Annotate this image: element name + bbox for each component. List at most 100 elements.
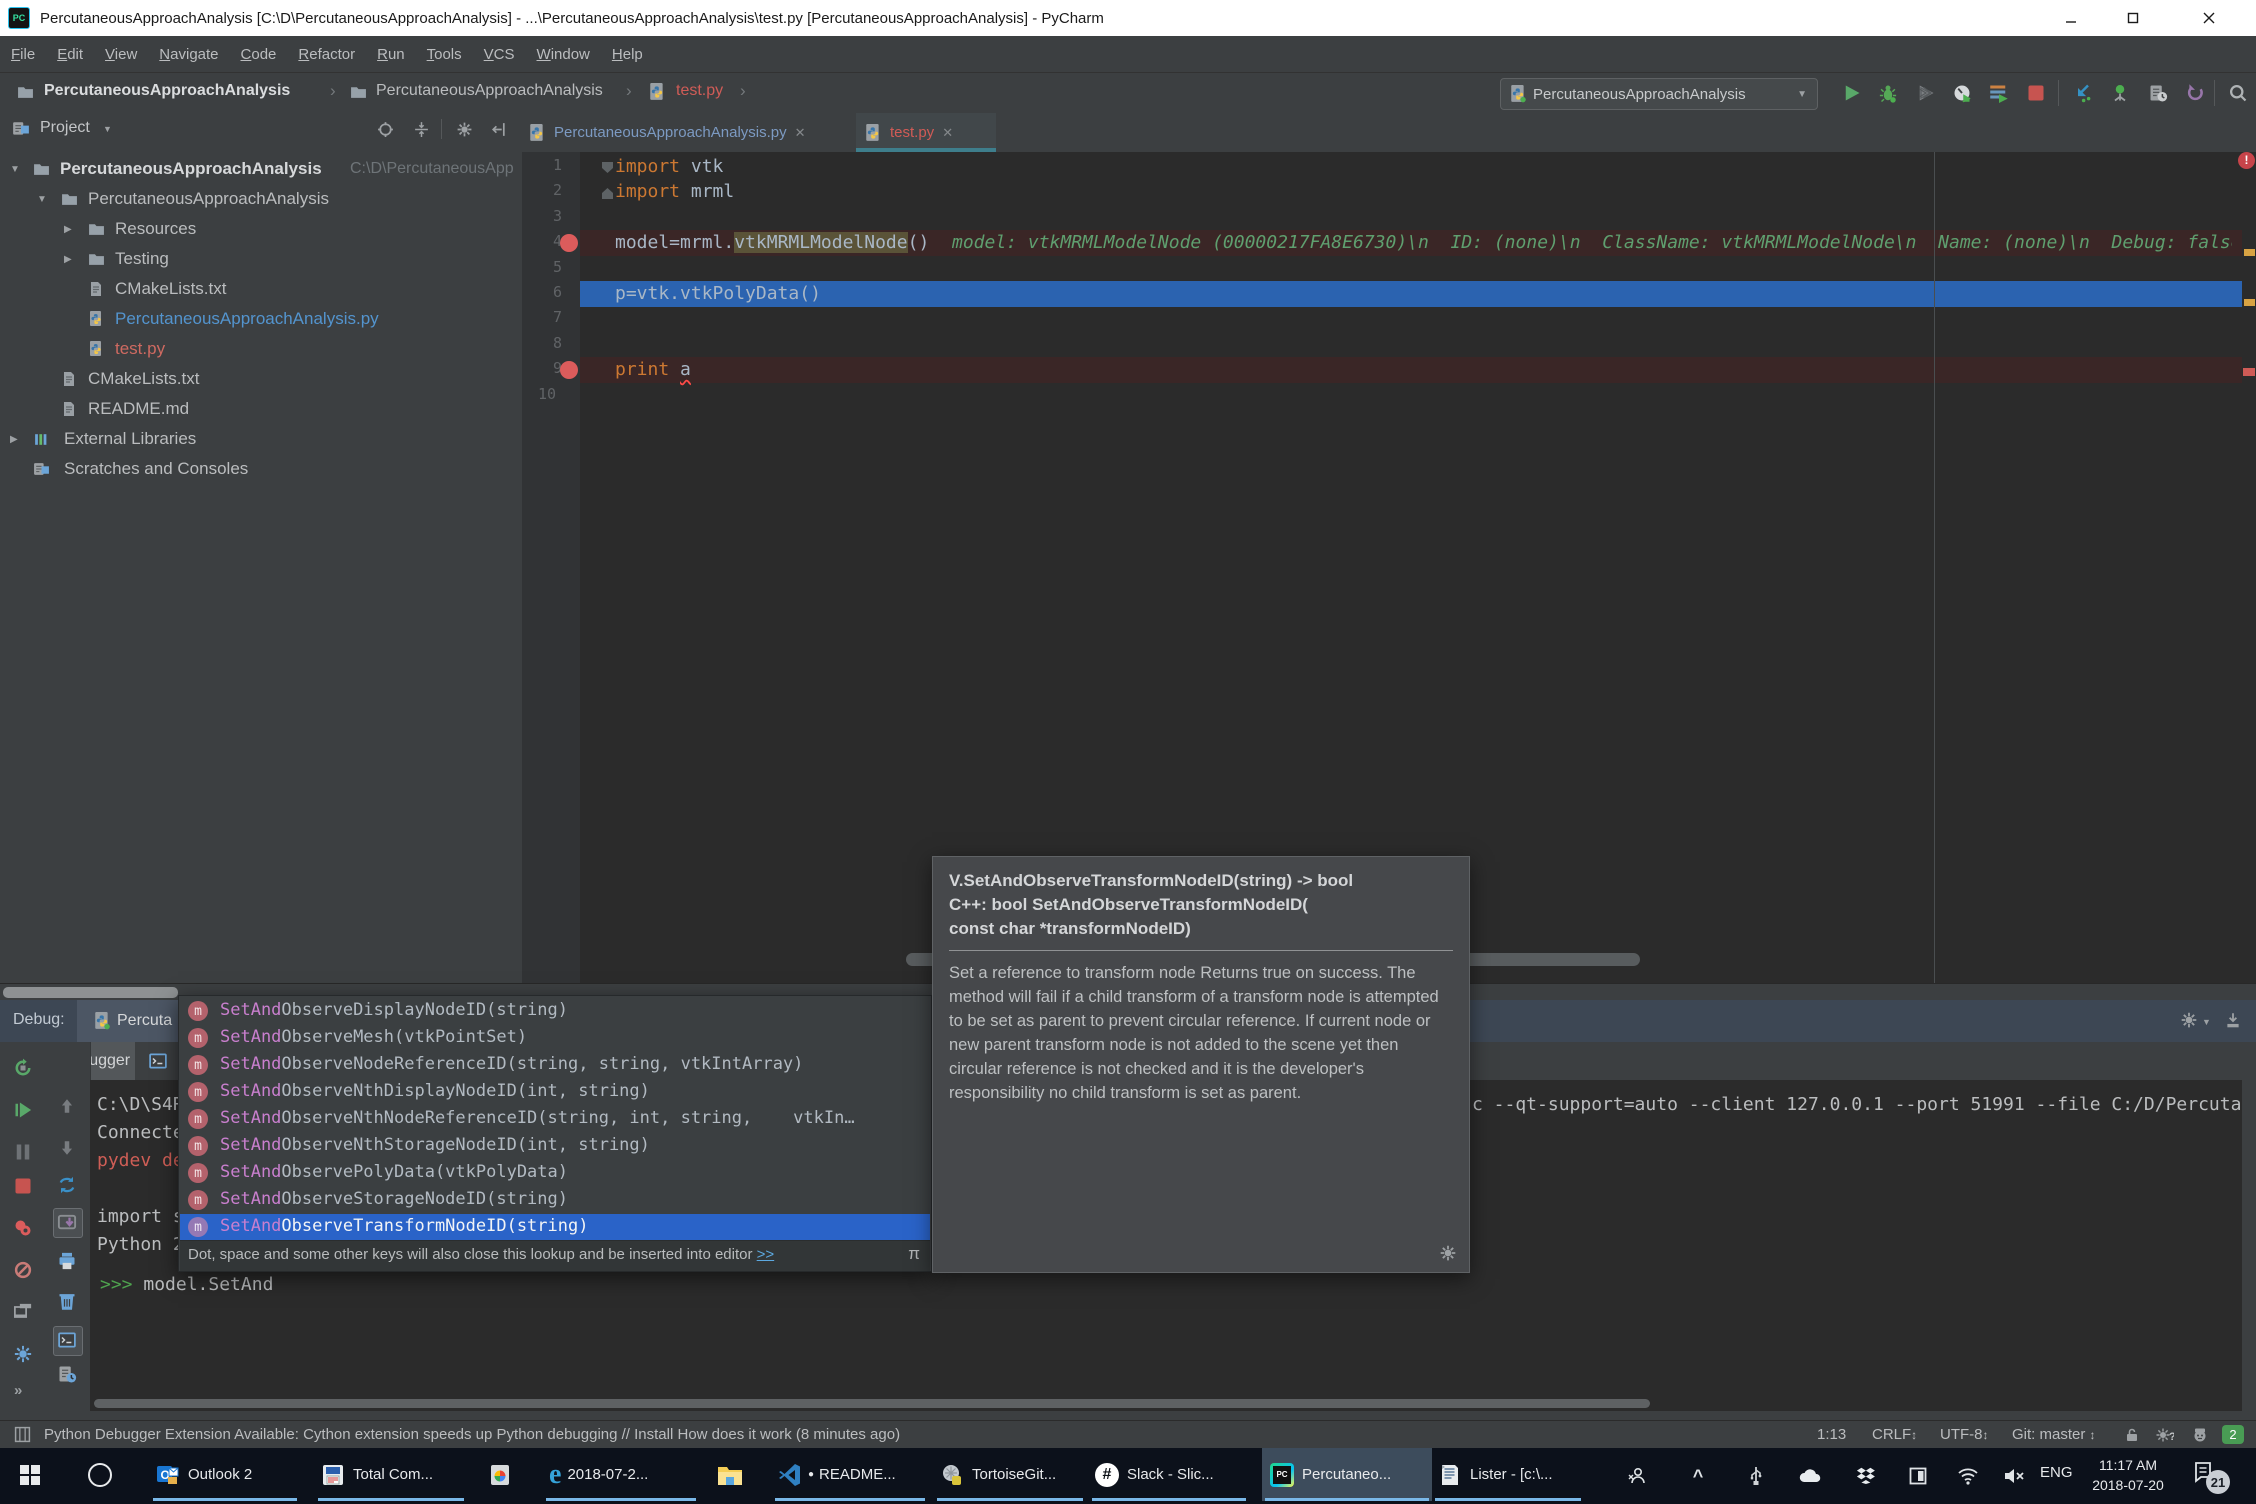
lock-icon[interactable] bbox=[2124, 1427, 2140, 1443]
breakpoint-icon[interactable] bbox=[560, 361, 578, 379]
wifi-icon[interactable] bbox=[1956, 1464, 1980, 1488]
console-input[interactable]: model.SetAnd bbox=[143, 1274, 273, 1295]
line-ending-select[interactable]: CRLF↕ bbox=[1872, 1426, 1917, 1443]
warning-stripe-mark[interactable] bbox=[2244, 299, 2255, 306]
stop-button[interactable] bbox=[13, 1176, 33, 1196]
show-hidden-icons-chevron[interactable]: ^ bbox=[1686, 1464, 1710, 1488]
app-window-icon[interactable] bbox=[1906, 1464, 1930, 1488]
error-stripe-mark[interactable] bbox=[2243, 368, 2255, 376]
completion-item[interactable]: m SetAndObserveDisplayNodeID(string) bbox=[180, 998, 930, 1025]
completion-item[interactable]: m SetAndObserveStorageNodeID(string) bbox=[180, 1187, 930, 1214]
editor-gutter[interactable] bbox=[522, 152, 580, 983]
start-button[interactable] bbox=[8, 1448, 52, 1501]
line-number[interactable]: 9 bbox=[536, 359, 562, 377]
hide-panel-button[interactable] bbox=[490, 121, 507, 138]
chevron-right-icon[interactable]: ▶ bbox=[64, 254, 72, 265]
taskbar-item-total-commander[interactable]: Total Com... bbox=[315, 1448, 467, 1501]
line-number[interactable]: 5 bbox=[536, 258, 562, 276]
clock-widget[interactable]: 11:17 AM 2018-07-20 bbox=[2088, 1455, 2168, 1495]
collapse-all-button[interactable] bbox=[413, 121, 430, 138]
completion-item-selected[interactable]: m SetAndObserveTransformNodeID(string) bbox=[180, 1214, 930, 1241]
menu-window[interactable]: Window bbox=[526, 46, 601, 63]
close-button[interactable] bbox=[2186, 0, 2232, 36]
breadcrumb-package[interactable]: PercutaneousApproachAnalysis bbox=[376, 82, 603, 100]
chevron-down-icon[interactable]: ▼ bbox=[103, 124, 112, 134]
menu-edit[interactable]: Edit bbox=[46, 46, 94, 63]
debugger-settings-gear-icon[interactable] bbox=[13, 1344, 33, 1364]
hector-inspector-icon[interactable] bbox=[2192, 1427, 2208, 1443]
menu-navigate[interactable]: Navigate bbox=[148, 46, 229, 63]
completion-item[interactable]: m SetAndObserveNthStorageNodeID(int, stri… bbox=[180, 1133, 930, 1160]
show-console-toggle[interactable] bbox=[53, 1326, 83, 1356]
tree-item-cmakelists[interactable]: CMakeLists.txt bbox=[0, 275, 522, 305]
breadcrumb-file[interactable]: test.py bbox=[676, 82, 723, 100]
completion-item[interactable]: m SetAndObserveNthDisplayNodeID(int, stri… bbox=[180, 1079, 930, 1106]
chevron-down-icon[interactable]: ▼ bbox=[37, 194, 47, 205]
restore-layout-button[interactable] bbox=[13, 1302, 33, 1322]
caret-position[interactable]: 1:13 bbox=[1817, 1426, 1846, 1443]
hint-more-link[interactable]: >> bbox=[757, 1246, 775, 1263]
line-number[interactable]: 6 bbox=[536, 283, 562, 301]
code-line-1[interactable]: import vtk bbox=[615, 154, 723, 180]
fold-marker-icon[interactable] bbox=[602, 188, 613, 199]
chevron-down-icon[interactable]: ▼ bbox=[10, 164, 20, 175]
close-tab-icon[interactable] bbox=[942, 125, 953, 141]
line-number[interactable]: 7 bbox=[536, 308, 562, 326]
tree-item-resources[interactable]: ▶ Resources bbox=[0, 215, 522, 245]
run-console-button[interactable] bbox=[1989, 83, 2009, 103]
breadcrumb-project[interactable]: PercutaneousApproachAnalysis bbox=[44, 82, 290, 100]
chevron-right-ic[interactable]: ▶ bbox=[10, 434, 18, 445]
tree-item-scratches[interactable]: Scratches and Consoles bbox=[0, 455, 522, 485]
resume-button[interactable] bbox=[13, 1100, 33, 1120]
line-number[interactable]: 8 bbox=[536, 334, 562, 352]
taskbar-item-lister[interactable]: Lister - [c:\... bbox=[1432, 1448, 1584, 1501]
taskbar-item-photos[interactable] bbox=[478, 1448, 522, 1501]
menu-run[interactable]: Run bbox=[366, 46, 416, 63]
taskbar-item-pycharm-active[interactable]: PC Percutaneo... bbox=[1262, 1448, 1432, 1501]
tree-item-test-py[interactable]: test.py bbox=[0, 335, 522, 365]
gear-icon[interactable] bbox=[2180, 1011, 2198, 1029]
line-number[interactable]: 10 bbox=[530, 385, 556, 403]
view-breakpoints-button[interactable] bbox=[13, 1218, 33, 1238]
stop-button[interactable] bbox=[2026, 83, 2046, 103]
error-indicator-icon[interactable]: ! bbox=[2238, 152, 2255, 169]
tree-item-project-root[interactable]: ▼ PercutaneousApproachAnalysis C:\D\Perc… bbox=[0, 155, 522, 185]
pause-button[interactable] bbox=[13, 1142, 33, 1162]
usb-device-icon[interactable] bbox=[1744, 1464, 1768, 1488]
tree-item-package[interactable]: ▼ PercutaneousApproachAnalysis bbox=[0, 185, 522, 215]
line-number[interactable]: 3 bbox=[536, 207, 562, 225]
restart-console-icon[interactable] bbox=[57, 1175, 77, 1195]
status-message[interactable]: Python Debugger Extension Available: Cyt… bbox=[44, 1426, 900, 1443]
taskbar-item-vscode[interactable]: ● README... bbox=[772, 1448, 928, 1501]
encoding-select[interactable]: UTF-8↕ bbox=[1940, 1426, 1989, 1443]
dropbox-icon[interactable] bbox=[1854, 1464, 1878, 1488]
history-down-icon[interactable] bbox=[58, 1139, 76, 1157]
print-icon[interactable] bbox=[57, 1251, 77, 1271]
menu-file[interactable]: File bbox=[0, 46, 46, 63]
menu-refactor[interactable]: Refactor bbox=[287, 46, 366, 63]
taskbar-item-edge[interactable]: e 2018-07-2... bbox=[543, 1448, 699, 1501]
plugin-icon[interactable] bbox=[14, 1426, 31, 1443]
title-bar[interactable]: PC PercutaneousApproachAnalysis [C:\D\Pe… bbox=[0, 0, 2256, 36]
highlighting-level-icon[interactable]: ? bbox=[2156, 1427, 2174, 1443]
close-tab-icon[interactable] bbox=[795, 125, 806, 141]
code-line-4[interactable]: model=mrml.vtkMRMLModelNode() bbox=[615, 230, 929, 256]
run-button[interactable] bbox=[1842, 83, 1862, 103]
debug-button[interactable] bbox=[1878, 83, 1898, 103]
line-number[interactable]: 4 bbox=[536, 232, 562, 250]
search-everywhere-button[interactable] bbox=[2228, 83, 2248, 103]
completion-item[interactable]: m SetAndObservePolyData(vtkPolyData) bbox=[180, 1160, 930, 1187]
completion-item[interactable]: m SetAndObserveNodeReferenceID(string, st… bbox=[180, 1052, 930, 1079]
cortana-search-button[interactable] bbox=[78, 1448, 122, 1501]
console-history-icon[interactable] bbox=[57, 1364, 77, 1384]
notification-count-badge[interactable]: 21 bbox=[2206, 1470, 2230, 1494]
code-line-9[interactable]: print a bbox=[615, 357, 691, 383]
rollback-button[interactable] bbox=[2185, 83, 2205, 103]
taskbar-item-file-explorer[interactable] bbox=[708, 1448, 752, 1501]
gear-icon[interactable] bbox=[456, 121, 473, 138]
run-configuration-select[interactable]: PercutaneousApproachAnalysis ▼ bbox=[1500, 78, 1818, 110]
breakpoint-icon[interactable] bbox=[560, 234, 578, 252]
tree-item-main-py[interactable]: PercutaneousApproachAnalysis.py bbox=[0, 305, 522, 335]
commit-button[interactable] bbox=[2110, 83, 2130, 103]
line-number[interactable]: 1 bbox=[536, 156, 562, 174]
